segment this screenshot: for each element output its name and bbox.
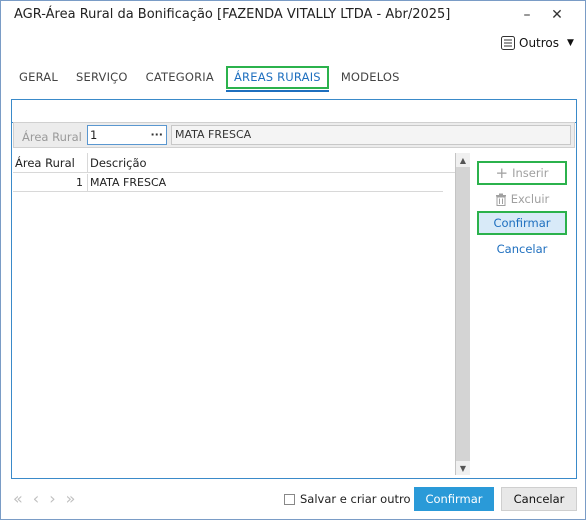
tab-categoria[interactable]: CATEGORIA	[140, 70, 220, 89]
column-divider	[87, 174, 88, 192]
close-icon[interactable]: ✕	[544, 4, 570, 26]
cell-descricao: MATA FRESCA	[90, 176, 167, 189]
save-and-create-label: Salvar e criar outro	[300, 492, 411, 506]
tab-strip: GERAL SERVIÇO CATEGORIA ÁREAS RURAIS MOD…	[13, 63, 412, 92]
scroll-down-icon[interactable]: ▼	[456, 461, 470, 475]
area-rural-description-field: MATA FRESCA	[171, 125, 571, 145]
chevron-down-icon: ▼	[567, 38, 574, 48]
tab-geral[interactable]: GERAL	[13, 70, 64, 89]
record-navigation: « ‹ › »	[13, 489, 75, 509]
grid-scrollbar[interactable]: ▲ ▼	[455, 153, 470, 475]
excluir-button[interactable]: Excluir	[477, 187, 567, 211]
grid-header: Área Rural Descrição	[13, 153, 455, 173]
list-icon	[501, 36, 515, 50]
area-rural-value: 1	[90, 128, 98, 142]
plus-icon: +	[495, 164, 509, 182]
last-record-icon[interactable]: »	[66, 489, 76, 509]
areas-grid: Área Rural Descrição 1 MATA FRESCA	[13, 153, 455, 475]
excluir-label: Excluir	[510, 192, 550, 206]
inserir-label: Inserir	[512, 166, 549, 180]
side-cancelar-button[interactable]: Cancelar	[477, 237, 567, 261]
side-confirmar-button[interactable]: Confirmar	[477, 211, 567, 235]
previous-record-icon[interactable]: ‹	[33, 489, 39, 509]
title-bar: AGR-Área Rural da Bonificação [FAZENDA V…	[1, 1, 585, 31]
outros-menu-button[interactable]: Outros ▼	[501, 33, 574, 53]
tab-areas-rurais[interactable]: ÁREAS RURAIS	[225, 66, 329, 92]
column-header-area-rural[interactable]: Área Rural	[15, 156, 75, 170]
column-divider	[87, 153, 88, 173]
first-record-icon[interactable]: «	[13, 489, 23, 509]
dialog-window: AGR-Área Rural da Bonificação [FAZENDA V…	[0, 0, 586, 520]
area-rural-label: Área Rural	[22, 130, 82, 144]
lookup-ellipsis-icon[interactable]: ···	[150, 126, 163, 144]
save-and-create-checkbox[interactable]: Salvar e criar outro	[284, 492, 411, 506]
minimize-icon[interactable]: –	[514, 4, 540, 26]
cancel-button[interactable]: Cancelar	[501, 487, 577, 511]
tab-modelos[interactable]: MODELOS	[335, 70, 406, 89]
window-title: AGR-Área Rural da Bonificação [FAZENDA V…	[14, 7, 451, 22]
table-row[interactable]: 1 MATA FRESCA	[13, 174, 443, 192]
filter-bar: Área Rural 1 ··· MATA FRESCA	[13, 122, 575, 148]
next-record-icon[interactable]: ›	[49, 489, 55, 509]
scroll-up-icon[interactable]: ▲	[456, 153, 470, 167]
trash-icon	[495, 193, 506, 206]
confirm-button[interactable]: Confirmar	[414, 487, 494, 511]
area-rural-input[interactable]: 1 ···	[87, 125, 167, 145]
tab-servico[interactable]: SERVIÇO	[70, 70, 134, 89]
checkbox-box[interactable]	[284, 493, 295, 505]
cell-area-rural: 1	[76, 176, 83, 189]
outros-label: Outros	[519, 36, 560, 50]
inserir-button[interactable]: + Inserir	[477, 161, 567, 185]
column-header-descricao[interactable]: Descrição	[90, 156, 147, 170]
